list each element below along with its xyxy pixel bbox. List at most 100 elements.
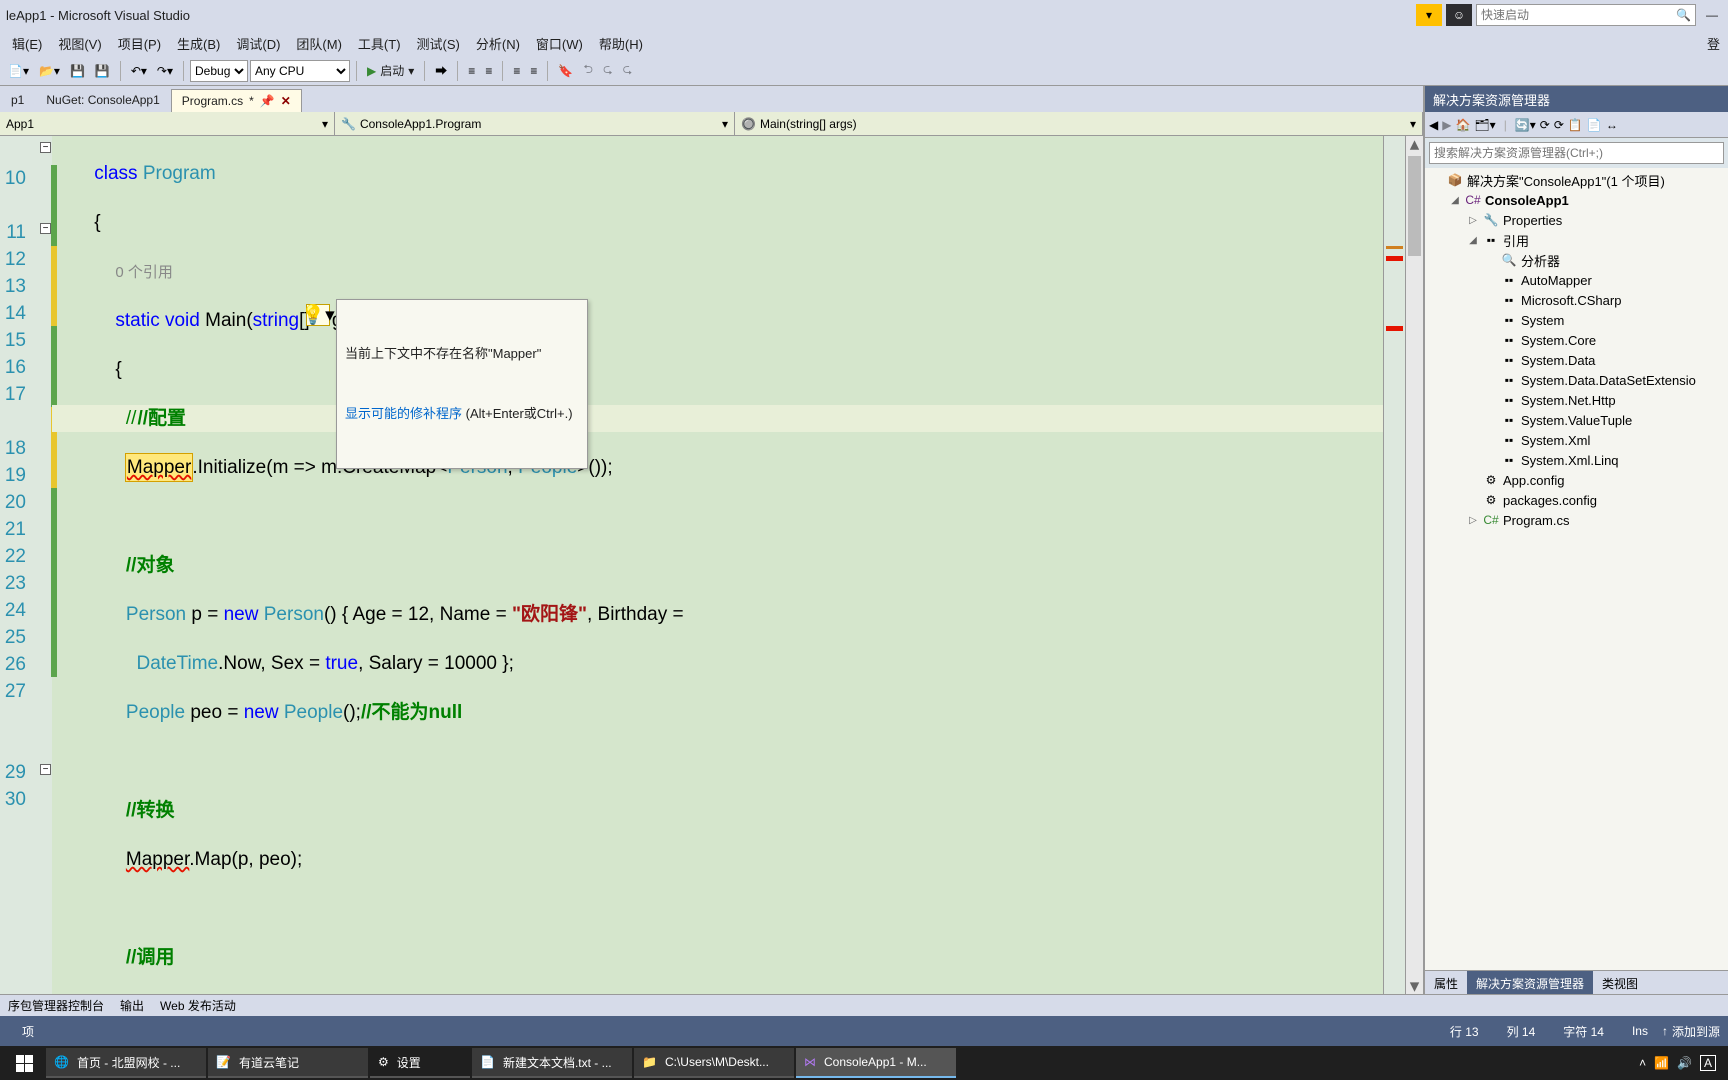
volume-icon[interactable]: 🔊	[1677, 1056, 1692, 1070]
tree-references[interactable]: ◢▪▪引用	[1425, 230, 1728, 250]
taskbar-chrome[interactable]: 🌐首页 - 北盟网校 - ...	[46, 1048, 206, 1078]
tab-program[interactable]: Program.cs*📌✕	[171, 89, 302, 112]
taskbar-youdao[interactable]: 📝有道云笔记	[208, 1048, 368, 1078]
nav-project[interactable]: App1▾	[0, 112, 335, 135]
redo-button[interactable]: ↷▾	[153, 62, 177, 80]
menu-view[interactable]: 视图(V)	[50, 31, 109, 56]
code-editor[interactable]: 1011121314151617181920212223242526272930…	[0, 136, 1423, 994]
tab-pkg-console[interactable]: 序包管理器控制台	[0, 995, 112, 1016]
network-icon[interactable]: 📶	[1654, 1056, 1669, 1070]
nav-method[interactable]: 🔘Main(string[] args)▾	[735, 112, 1423, 135]
menu-debug[interactable]: 调试(D)	[228, 31, 288, 56]
tab-nuget[interactable]: NuGet: ConsoleApp1	[35, 88, 170, 112]
menu-team[interactable]: 团队(M)	[288, 31, 350, 56]
menu-help[interactable]: 帮助(H)	[591, 31, 651, 56]
tree-ref[interactable]: ▪▪System.Data.DataSetExtensio	[1425, 370, 1728, 390]
tab-properties[interactable]: 属性	[1425, 971, 1467, 994]
save-button[interactable]: 💾	[66, 62, 89, 80]
vertical-scrollbar[interactable]: ▴ ▾	[1405, 136, 1423, 994]
menu-window[interactable]: 窗口(W)	[528, 31, 591, 56]
tab-solution-explorer[interactable]: 解决方案资源管理器	[1467, 971, 1593, 994]
outline-toggle[interactable]: −	[40, 142, 51, 153]
notification-icon[interactable]: ▾	[1416, 4, 1442, 26]
tree-analyzer[interactable]: 🔍分析器	[1425, 250, 1728, 270]
home-icon[interactable]: 🏠	[1455, 118, 1470, 132]
uncomment-icon[interactable]: ≡	[526, 62, 541, 80]
collapse-icon[interactable]: ⟳	[1540, 118, 1550, 132]
tree-ref[interactable]: ▪▪AutoMapper	[1425, 270, 1728, 290]
props-icon[interactable]: 📋	[1568, 118, 1583, 132]
tree-solution[interactable]: 📦解决方案"ConsoleApp1"(1 个项目)	[1425, 170, 1728, 190]
outline-toggle[interactable]: −	[40, 764, 51, 775]
tree-properties[interactable]: ▷🔧Properties	[1425, 210, 1728, 230]
tab-class-view[interactable]: 类视图	[1593, 971, 1647, 994]
sync-icon[interactable]: 🗂▾	[1474, 118, 1495, 132]
nav-class[interactable]: 🔧ConsoleApp1.Program▾	[335, 112, 735, 135]
menu-build[interactable]: 生成(B)	[169, 31, 228, 56]
tab-web-publish[interactable]: Web 发布活动	[152, 995, 244, 1016]
quick-launch-input[interactable]	[1481, 8, 1661, 22]
system-tray[interactable]: ˄ 📶 🔊 A	[1639, 1055, 1724, 1071]
menu-edit[interactable]: 辑(E)	[4, 31, 50, 56]
tab-output[interactable]: 输出	[112, 995, 152, 1016]
tree-ref[interactable]: ▪▪System	[1425, 310, 1728, 330]
nav-back-icon[interactable]: ⮌	[579, 58, 597, 83]
add-to-source[interactable]: 添加到源	[1672, 1023, 1720, 1040]
solution-tree[interactable]: 📦解决方案"ConsoleApp1"(1 个项目) ◢C#ConsoleApp1…	[1425, 168, 1728, 970]
refresh-icon[interactable]: 🔄▾	[1515, 118, 1536, 132]
save-all-button[interactable]: 💾	[91, 62, 114, 80]
outdent-icon[interactable]: ≡	[481, 62, 496, 80]
tree-project[interactable]: ◢C#ConsoleApp1	[1425, 190, 1728, 210]
tray-up-icon[interactable]: ˄	[1639, 1056, 1646, 1070]
pin-icon[interactable]: 📌	[260, 94, 275, 108]
tree-appconfig[interactable]: ⚙App.config	[1425, 470, 1728, 490]
menu-project[interactable]: 项目(P)	[110, 31, 169, 56]
codelens-refs[interactable]: 0 个引用	[115, 264, 173, 281]
preview-icon[interactable]: 📄	[1587, 118, 1602, 132]
show-fixes-link[interactable]: 显示可能的修补程序	[345, 406, 462, 421]
taskbar-explorer[interactable]: 📁C:\Users\M\Deskt...	[634, 1048, 794, 1078]
back-icon[interactable]: ◀	[1429, 118, 1438, 132]
nav-fwd-icon[interactable]: ⮎	[599, 58, 617, 83]
minimize-button[interactable]: —	[1700, 8, 1724, 22]
open-folder-button[interactable]: 📂▾	[35, 62, 64, 80]
undo-button[interactable]: ↶▾	[127, 62, 151, 80]
new-file-button[interactable]: 📄▾	[4, 62, 33, 80]
comment-icon[interactable]: ≡	[509, 62, 524, 80]
quick-launch[interactable]: 🔍	[1476, 4, 1696, 26]
login-link[interactable]: 登	[1707, 34, 1724, 53]
scroll-up-icon[interactable]: ▴	[1406, 136, 1423, 152]
menu-tools[interactable]: 工具(T)	[350, 31, 409, 56]
ime-icon[interactable]: A	[1700, 1055, 1716, 1071]
step-icon[interactable]: ⮕	[431, 60, 451, 81]
config-select[interactable]: Debug	[190, 60, 248, 82]
tree-ref[interactable]: ▪▪System.Xml	[1425, 430, 1728, 450]
solution-search-input[interactable]	[1429, 142, 1724, 164]
tree-ref[interactable]: ▪▪System.Net.Http	[1425, 390, 1728, 410]
menu-test[interactable]: 测试(S)	[409, 31, 468, 56]
tree-packages[interactable]: ⚙packages.config	[1425, 490, 1728, 510]
fwd-icon[interactable]: ▶	[1442, 118, 1451, 132]
start-button[interactable]	[4, 1048, 44, 1078]
scroll-minimap[interactable]	[1383, 136, 1405, 994]
taskbar-settings[interactable]: ⚙设置	[370, 1048, 470, 1078]
scroll-down-icon[interactable]: ▾	[1406, 978, 1423, 994]
tree-ref[interactable]: ▪▪System.Data	[1425, 350, 1728, 370]
close-icon[interactable]: ✕	[281, 94, 291, 108]
menu-analyze[interactable]: 分析(N)	[468, 31, 528, 56]
tab-p1[interactable]: p1	[0, 88, 35, 112]
nav-more-icon[interactable]: ⮎	[619, 58, 637, 83]
lightbulb-icon[interactable]: 💡▾	[306, 304, 330, 326]
taskbar-notepad[interactable]: 📄新建文本文档.txt - ...	[472, 1048, 632, 1078]
tree-program[interactable]: ▷C#Program.cs	[1425, 510, 1728, 530]
code-content[interactable]: class Program { 0 个引用 static void Main(s…	[52, 136, 1383, 994]
indent-icon[interactable]: ≡	[464, 62, 479, 80]
showall-icon[interactable]: ⟳	[1554, 118, 1564, 132]
platform-select[interactable]: Any CPU	[250, 60, 350, 82]
taskbar-vs[interactable]: ⋈ConsoleApp1 - M...	[796, 1048, 956, 1078]
feedback-icon[interactable]: ☺	[1446, 4, 1472, 26]
tree-ref[interactable]: ▪▪System.Core	[1425, 330, 1728, 350]
start-button[interactable]: ▶启动 ▾	[363, 60, 418, 81]
tree-ref[interactable]: ▪▪Microsoft.CSharp	[1425, 290, 1728, 310]
source-control-icon[interactable]: ↑	[1662, 1024, 1668, 1038]
